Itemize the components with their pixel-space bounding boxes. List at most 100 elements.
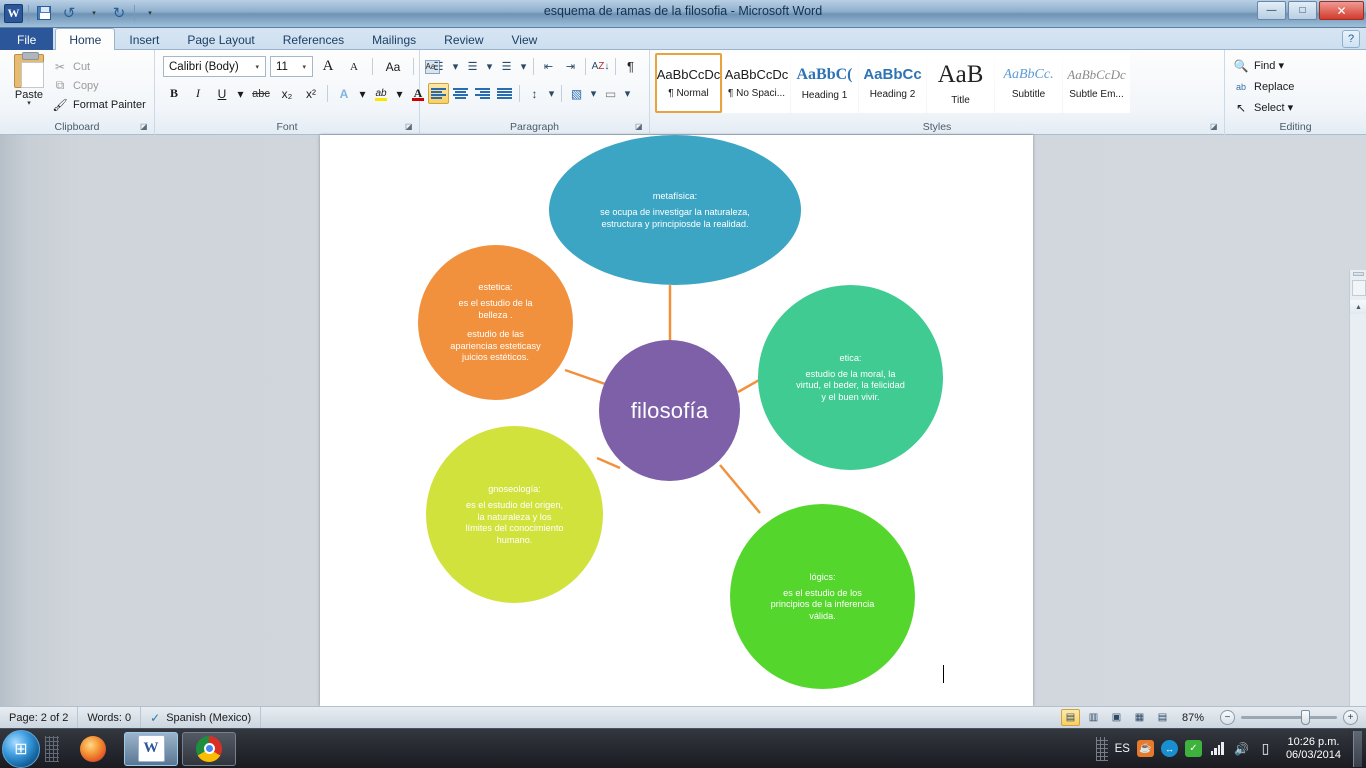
line-spacing-dropdown-icon[interactable]: ▾ xyxy=(546,83,557,104)
subscript-button[interactable]: x₂ xyxy=(276,83,298,104)
strikethrough-button[interactable]: abc xyxy=(248,83,274,104)
maximize-button[interactable]: □ xyxy=(1288,1,1317,20)
paste-button[interactable]: Paste ▾ xyxy=(8,52,50,107)
taskbar-word[interactable]: W xyxy=(124,731,178,766)
borders-button[interactable]: ▭ xyxy=(600,83,621,104)
zoom-slider[interactable]: − + xyxy=(1220,710,1358,725)
show-desktop-button[interactable] xyxy=(1353,730,1362,767)
borders-dropdown-icon[interactable]: ▾ xyxy=(622,83,633,104)
tab-insert[interactable]: Insert xyxy=(115,28,173,50)
show-formatting-marks-button[interactable]: ¶ xyxy=(620,56,641,77)
highlight-dropdown-icon[interactable]: ▾ xyxy=(394,83,405,104)
align-center-button[interactable] xyxy=(450,83,471,104)
node-logica[interactable]: lógics: es el estudio de los principios … xyxy=(730,504,915,689)
styles-dialog-launcher[interactable]: ◪ xyxy=(1210,122,1220,132)
text-effects-dropdown-icon[interactable]: ▾ xyxy=(357,83,368,104)
taskbar-chrome[interactable] xyxy=(182,731,236,766)
italic-button[interactable]: I xyxy=(187,83,209,104)
style-subtle-emphasis[interactable]: AaBbCcDc Subtle Em... xyxy=(1063,53,1130,113)
style-title[interactable]: AaB Title xyxy=(927,53,994,113)
zoom-out-button[interactable]: − xyxy=(1220,710,1235,725)
text-effects-button[interactable]: A xyxy=(333,83,355,104)
find-button[interactable]: 🔍 Find ▾ xyxy=(1233,56,1284,75)
taskbar-grip[interactable] xyxy=(45,735,59,762)
network-icon[interactable] xyxy=(1209,740,1226,757)
chevron-down-icon[interactable]: ▾ xyxy=(8,100,50,107)
battery-icon[interactable]: ▯ xyxy=(1257,740,1274,757)
bold-button[interactable]: B xyxy=(163,83,185,104)
word-count[interactable]: Words: 0 xyxy=(78,706,142,729)
style-no-spacing[interactable]: AaBbCcDc ¶ No Spaci... xyxy=(723,53,790,113)
help-button[interactable]: ? xyxy=(1342,30,1360,48)
format-painter-button[interactable]: 🖌 Format Painter xyxy=(52,95,145,114)
paragraph-dialog-launcher[interactable]: ◪ xyxy=(635,122,645,132)
grow-font-button[interactable]: A xyxy=(317,56,339,77)
view-draft[interactable]: ▤ xyxy=(1153,709,1172,726)
multilevel-list-button[interactable]: ☰ xyxy=(496,56,517,77)
close-button[interactable]: ✕ xyxy=(1319,1,1364,20)
view-web-layout[interactable]: ▣ xyxy=(1107,709,1126,726)
sort-button[interactable]: AZ↓ xyxy=(590,56,611,77)
copy-button[interactable]: ⧉ Copy xyxy=(52,76,146,95)
chevron-down-icon[interactable]: ▾ xyxy=(251,63,263,71)
replace-button[interactable]: ab Replace xyxy=(1233,77,1294,96)
bullets-button[interactable]: ☷ xyxy=(428,56,449,77)
font-dialog-launcher[interactable]: ◪ xyxy=(405,122,415,132)
shading-button[interactable]: ▧ xyxy=(566,83,587,104)
tray-language[interactable]: ES xyxy=(1115,743,1130,755)
document-area[interactable]: metafísica: se ocupa de investigar la na… xyxy=(0,135,1366,768)
underline-dropdown-icon[interactable]: ▾ xyxy=(235,83,246,104)
style-subtitle[interactable]: AaBbCc. Subtitle xyxy=(995,53,1062,113)
style-heading-2[interactable]: AaBbCc Heading 2 xyxy=(859,53,926,113)
tab-file[interactable]: File xyxy=(0,28,54,50)
zoom-thumb[interactable] xyxy=(1301,710,1310,725)
numbering-button[interactable]: ☰ xyxy=(462,56,483,77)
node-gnoseologia[interactable]: gnoseología: es el estudio del origen, l… xyxy=(426,426,603,603)
vertical-scrollbar[interactable]: ▲ xyxy=(1349,270,1366,768)
zoom-in-button[interactable]: + xyxy=(1343,710,1358,725)
justify-button[interactable] xyxy=(494,83,515,104)
tab-references[interactable]: References xyxy=(269,28,358,50)
clipboard-dialog-launcher[interactable]: ◪ xyxy=(140,122,150,132)
node-etica[interactable]: etica: estudio de la moral, la virtud, e… xyxy=(758,285,943,470)
multilevel-dropdown-icon[interactable]: ▾ xyxy=(518,56,529,77)
bullets-dropdown-icon[interactable]: ▾ xyxy=(450,56,461,77)
tab-home[interactable]: Home xyxy=(55,28,116,50)
node-metafisica[interactable]: metafísica: se ocupa de investigar la na… xyxy=(549,135,801,285)
style-normal[interactable]: AaBbCcDc ¶ Normal xyxy=(655,53,722,113)
shading-dropdown-icon[interactable]: ▾ xyxy=(588,83,599,104)
node-estetica[interactable]: estetica: es el estudio de la belleza . … xyxy=(418,245,573,400)
tab-mailings[interactable]: Mailings xyxy=(358,28,430,50)
increase-indent-button[interactable]: ⇥ xyxy=(560,56,581,77)
shrink-font-button[interactable]: A xyxy=(343,56,365,77)
select-button[interactable]: ↖ Select ▾ xyxy=(1233,98,1293,117)
start-button[interactable]: ⊞ xyxy=(2,729,40,768)
minimize-button[interactable]: — xyxy=(1257,1,1286,20)
view-full-screen-reading[interactable]: ▥ xyxy=(1084,709,1103,726)
superscript-button[interactable]: x² xyxy=(300,83,322,104)
java-icon[interactable]: ☕ xyxy=(1136,740,1154,757)
clock[interactable]: 10:26 p.m. 06/03/2014 xyxy=(1281,736,1346,762)
view-print-layout[interactable]: ▤ xyxy=(1060,709,1080,726)
taskbar-firefox[interactable] xyxy=(66,732,120,766)
chevron-down-icon[interactable]: ▾ xyxy=(298,63,310,71)
underline-button[interactable]: U xyxy=(211,83,233,104)
text-highlight-button[interactable]: ab xyxy=(370,83,392,104)
teamviewer-icon[interactable]: ↔ xyxy=(1160,740,1178,757)
font-size-combo[interactable]: 11 ▾ xyxy=(270,56,313,77)
decrease-indent-button[interactable]: ⇤ xyxy=(538,56,559,77)
font-name-combo[interactable]: Calibri (Body) ▾ xyxy=(163,56,266,77)
style-heading-1[interactable]: AaBbC( Heading 1 xyxy=(791,53,858,113)
page-indicator[interactable]: Page: 2 of 2 xyxy=(0,706,79,729)
tray-grip[interactable] xyxy=(1095,736,1108,761)
document-page[interactable]: metafísica: se ocupa de investigar la na… xyxy=(320,135,1033,706)
tab-page-layout[interactable]: Page Layout xyxy=(173,28,268,50)
language-indicator[interactable]: ✓ Spanish (Mexico) xyxy=(141,706,262,729)
tab-review[interactable]: Review xyxy=(430,28,497,50)
align-right-button[interactable] xyxy=(472,83,493,104)
numbering-dropdown-icon[interactable]: ▾ xyxy=(484,56,495,77)
view-outline[interactable]: ▦ xyxy=(1130,709,1149,726)
align-left-button[interactable] xyxy=(428,83,449,104)
tab-view[interactable]: View xyxy=(498,28,552,50)
volume-icon[interactable]: 🔊 xyxy=(1233,740,1250,757)
